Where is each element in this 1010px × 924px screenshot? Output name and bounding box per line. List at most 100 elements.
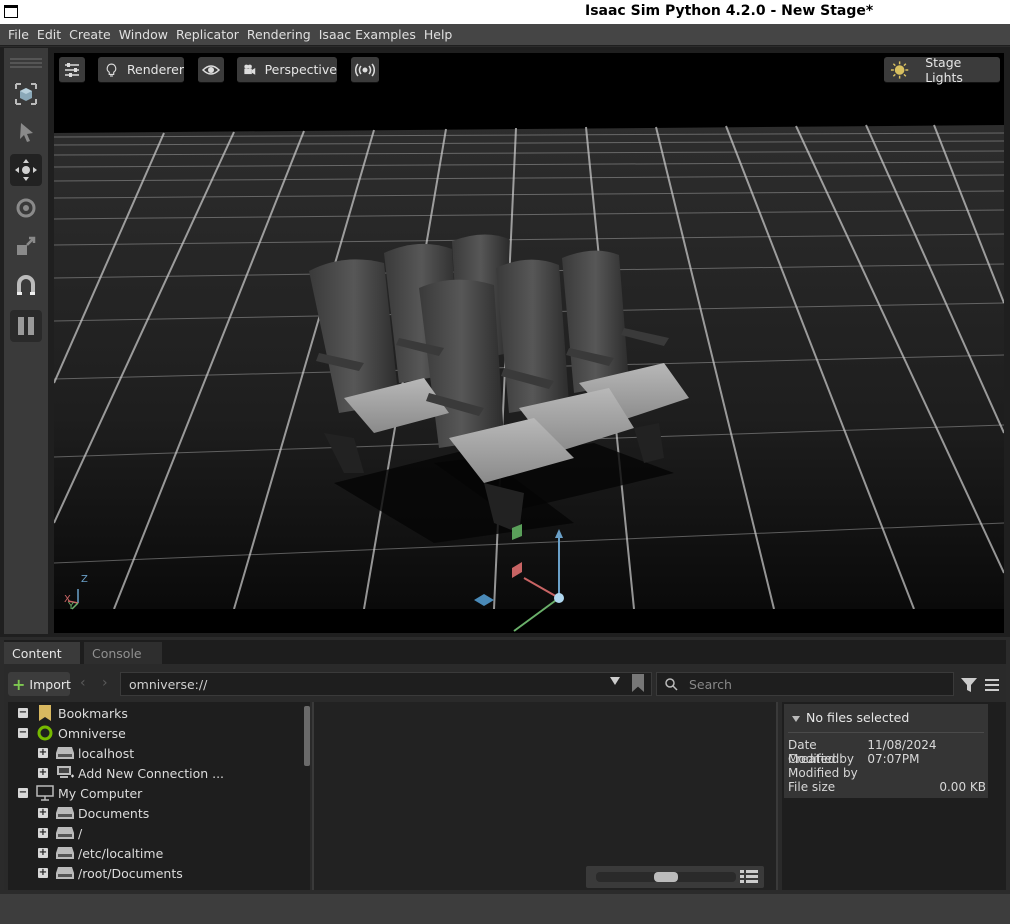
tree-item-add-connection[interactable]: + Add New Connection ... (38, 763, 224, 783)
tree-label: /root/Documents (78, 865, 183, 881)
file-browser[interactable] (312, 702, 778, 890)
collapse-triangle-icon (792, 715, 800, 722)
expand-icon[interactable]: + (38, 868, 48, 878)
drive-icon (56, 825, 74, 841)
window-title: Isaac Sim Python 4.2.0 - New Stage* (585, 3, 874, 19)
axis-label-z: Z (81, 574, 88, 585)
renderer-label: Renderer (126, 62, 184, 77)
tab-console[interactable]: Console (84, 642, 162, 664)
back-arrow-icon[interactable]: ‹ (80, 675, 86, 691)
expand-icon[interactable]: + (38, 748, 48, 758)
menu-isaac-examples[interactable]: Isaac Examples (319, 27, 416, 42)
menu-file[interactable]: File (8, 27, 29, 42)
import-button[interactable]: + Import (8, 672, 71, 696)
file-details: No files selected Date Modified 11/08/20… (782, 702, 1006, 890)
eye-icon (201, 64, 221, 75)
scene-render[interactable] (54, 53, 1004, 633)
tree-scrollbar[interactable] (304, 706, 310, 766)
tree-item-localhost[interactable]: + localhost (38, 743, 134, 763)
menu-replicator[interactable]: Replicator (176, 27, 239, 42)
collapse-icon[interactable]: − (18, 708, 28, 718)
menu-edit[interactable]: Edit (37, 27, 61, 42)
rotate-icon[interactable] (10, 192, 42, 224)
menu-window[interactable]: Window (119, 27, 168, 42)
add-connection-icon (56, 765, 74, 781)
tree-item-bookmarks[interactable]: − Bookmarks (18, 703, 128, 723)
drive-icon (56, 805, 74, 821)
expand-icon[interactable]: + (38, 848, 48, 858)
tree-item-omniverse[interactable]: − Omniverse (18, 723, 126, 743)
move-icon[interactable] (10, 154, 42, 186)
viewport-settings-button[interactable] (59, 57, 85, 83)
zoom-slider-thumb[interactable] (654, 872, 678, 882)
tree-label: Documents (78, 805, 150, 821)
menu-rendering[interactable]: Rendering (247, 27, 311, 42)
content-panel: Content Console + Import ‹ › omniverse:/… (4, 640, 1006, 890)
zoom-slider[interactable] (596, 872, 736, 882)
details-header[interactable]: No files selected (792, 710, 909, 725)
details-box: No files selected Date Modified 11/08/20… (784, 704, 988, 798)
drive-icon (56, 745, 74, 761)
menu-help[interactable]: Help (424, 27, 453, 42)
content-toolbar: + Import ‹ › omniverse:// Search (4, 670, 1006, 700)
camera-button[interactable]: Perspective (237, 57, 337, 83)
search-input[interactable]: Search (656, 672, 954, 696)
bookmark-icon (36, 705, 54, 721)
drive-icon (56, 865, 74, 881)
tree-item-documents[interactable]: + Documents (38, 803, 149, 823)
left-toolbar (4, 48, 48, 634)
filter-icon[interactable] (960, 676, 978, 694)
tree-label: / (78, 825, 83, 841)
hamburger-menu-icon[interactable] (984, 677, 1000, 693)
tree-label: Add New Connection ... (78, 765, 225, 781)
expand-icon[interactable]: + (38, 808, 48, 818)
list-view-icon[interactable] (740, 870, 758, 884)
window-icon[interactable] (4, 5, 18, 18)
modified-by-label: Modified by (788, 766, 858, 780)
tree-item-etc-localtime[interactable]: + /etc/localtime (38, 843, 163, 863)
search-icon (665, 678, 678, 691)
snap-icon[interactable] (10, 270, 42, 302)
panel-tabs: Content Console (4, 640, 1006, 664)
broadcast-icon (355, 63, 375, 76)
lightbulb-icon (106, 62, 117, 77)
stage-lights-label: Stage Lights (925, 54, 963, 85)
menu-create[interactable]: Create (69, 27, 111, 42)
status-bar (0, 894, 1010, 924)
camera-icon (244, 64, 256, 75)
created-by-row: Created by (788, 752, 986, 766)
sun-icon (890, 60, 909, 79)
scale-icon[interactable] (10, 230, 42, 262)
collapse-icon[interactable]: − (18, 788, 28, 798)
computer-icon (36, 785, 54, 801)
viewport[interactable]: Z X Y Renderer Perspective Stage Lights (54, 53, 1004, 633)
axis-label-y: Y (68, 601, 75, 612)
select-mode-icon[interactable] (10, 78, 42, 110)
forward-arrow-icon[interactable]: › (102, 675, 108, 691)
toolbar-grip[interactable] (10, 58, 42, 68)
pause-icon[interactable] (10, 310, 42, 342)
menu-bar: File Edit Create Window Replicator Rende… (0, 24, 1010, 46)
expand-icon[interactable]: + (38, 828, 48, 838)
tree-item-root-documents[interactable]: + /root/Documents (38, 863, 183, 883)
renderer-button[interactable]: Renderer (98, 57, 184, 83)
tree-item-root[interactable]: + / (38, 823, 82, 843)
folder-tree: − Bookmarks − Omniverse + localhost + Ad… (8, 702, 310, 890)
collapse-icon[interactable]: − (18, 728, 28, 738)
title-bar: Isaac Sim Python 4.2.0 - New Stage* (0, 0, 1010, 24)
tree-label: Omniverse (58, 725, 126, 741)
path-dropdown-icon[interactable] (610, 677, 620, 685)
tab-content[interactable]: Content (4, 642, 80, 664)
omniverse-icon (36, 725, 54, 741)
file-size-row: File size 0.00 KB (788, 780, 986, 794)
broadcast-button[interactable] (351, 57, 379, 83)
tree-label: My Computer (58, 785, 143, 801)
expand-icon[interactable]: + (38, 768, 48, 778)
tree-item-my-computer[interactable]: − My Computer (18, 783, 142, 803)
tree-label: localhost (78, 745, 135, 761)
visibility-button[interactable] (198, 57, 224, 83)
path-field[interactable]: omniverse:// (120, 672, 652, 696)
stage-lights-button[interactable]: Stage Lights (884, 54, 1000, 85)
camera-label: Perspective (264, 62, 337, 77)
select-icon[interactable] (10, 116, 42, 148)
